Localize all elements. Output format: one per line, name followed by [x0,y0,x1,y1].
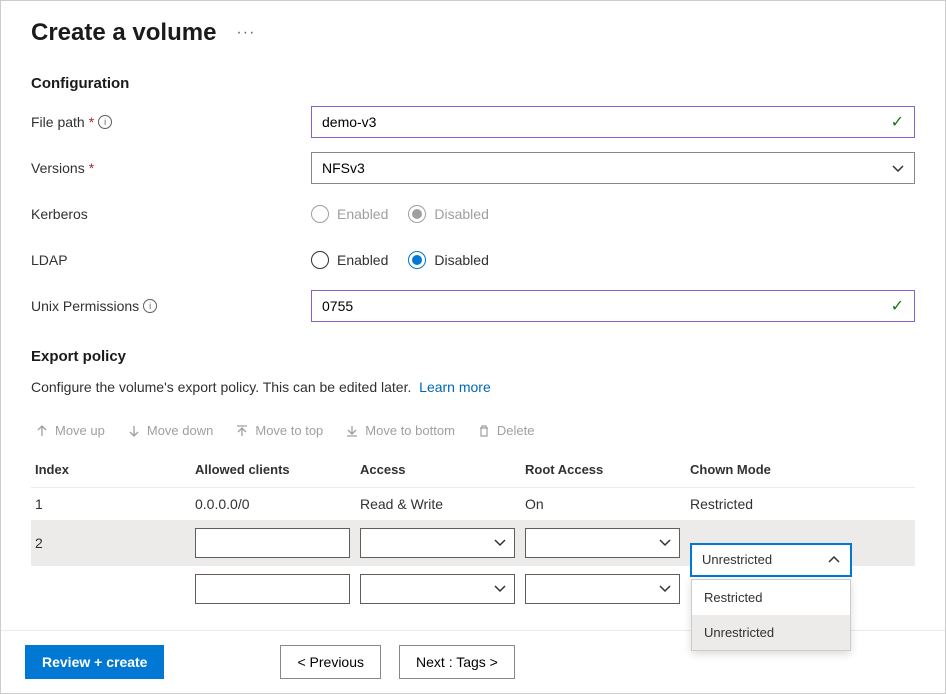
export-policy-heading: Export policy [31,348,915,365]
kerberos-enabled-radio: Enabled [311,205,388,223]
versions-label: Versions [31,160,85,176]
radio-icon [311,205,329,223]
kerberos-disabled-radio: Disabled [408,205,488,223]
chown-dropdown-panel: Restricted Unrestricted [691,579,851,651]
arrow-down-icon [127,424,141,438]
unix-permissions-input[interactable]: 0755 ✓ [311,290,915,322]
root-access-select[interactable] [525,574,680,604]
cell-access: Read & Write [360,496,525,512]
move-bottom-button[interactable]: Move to bottom [345,423,455,438]
chevron-down-icon [659,537,671,549]
arrow-bottom-icon [345,424,359,438]
cell-root: On [525,496,690,512]
required-indicator: * [89,160,94,176]
move-up-button[interactable]: Move up [35,423,105,438]
table-row[interactable]: 1 0.0.0.0/0 Read & Write On Restricted [31,488,915,520]
valid-check-icon: ✓ [891,296,904,316]
chown-mode-select[interactable]: Unrestricted Restricted Unrestricted [690,543,852,577]
move-down-label: Move down [147,423,213,438]
kerberos-label: Kerberos [31,206,88,222]
unix-permissions-value: 0755 [322,298,353,314]
header-chown: Chown Mode [690,462,911,477]
allowed-clients-input[interactable] [195,528,350,558]
delete-label: Delete [497,423,535,438]
move-bottom-label: Move to bottom [365,423,455,438]
cell-chown: Restricted [690,496,911,512]
chevron-down-icon [494,537,506,549]
info-icon[interactable]: i [143,299,157,313]
trash-icon [477,424,491,438]
arrow-up-icon [35,424,49,438]
ldap-enabled-radio[interactable]: Enabled [311,251,388,269]
header-access: Access [360,462,525,477]
file-path-value: demo-v3 [322,114,376,130]
root-access-select[interactable] [525,528,680,558]
move-up-label: Move up [55,423,105,438]
unix-permissions-label: Unix Permissions [31,298,139,314]
more-actions-icon[interactable]: ··· [236,24,255,42]
ldap-disabled-radio[interactable]: Disabled [408,251,488,269]
chevron-down-icon [892,162,904,174]
chevron-down-icon [494,583,506,595]
move-top-label: Move to top [255,423,323,438]
valid-check-icon: ✓ [891,112,904,132]
radio-icon [408,251,426,269]
dropdown-option-unrestricted[interactable]: Unrestricted [692,615,850,650]
enabled-label: Enabled [337,252,388,268]
enabled-label: Enabled [337,206,388,222]
next-button[interactable]: Next : Tags > [399,645,515,679]
header-index: Index [35,462,195,477]
file-path-label: File path [31,114,85,130]
required-indicator: * [89,114,94,130]
chevron-down-icon [659,583,671,595]
move-top-button[interactable]: Move to top [235,423,323,438]
delete-button[interactable]: Delete [477,423,535,438]
chevron-up-icon [828,554,840,566]
ldap-label: LDAP [31,252,68,268]
header-root: Root Access [525,462,690,477]
file-path-input[interactable]: demo-v3 ✓ [311,106,915,138]
cell-index: 1 [35,496,195,512]
cell-clients: 0.0.0.0/0 [195,496,360,512]
dropdown-option-restricted[interactable]: Restricted [692,580,850,615]
allowed-clients-input[interactable] [195,574,350,604]
config-heading: Configuration [31,75,915,92]
header-clients: Allowed clients [195,462,360,477]
page-title: Create a volume [31,19,216,47]
access-select[interactable] [360,528,515,558]
disabled-label: Disabled [434,206,488,222]
previous-button[interactable]: < Previous [280,645,381,679]
export-description: Configure the volume's export policy. Th… [31,379,411,395]
disabled-label: Disabled [434,252,488,268]
chown-selected-value: Unrestricted [702,552,772,567]
access-select[interactable] [360,574,515,604]
table-row[interactable]: 2 Unrestricted Restri [31,520,915,566]
cell-index: 2 [35,535,195,551]
radio-icon [408,205,426,223]
learn-more-link[interactable]: Learn more [419,379,491,395]
radio-icon [311,251,329,269]
versions-value: NFSv3 [322,160,365,176]
info-icon[interactable]: i [98,115,112,129]
review-create-button[interactable]: Review + create [25,645,164,679]
move-down-button[interactable]: Move down [127,423,213,438]
versions-select[interactable]: NFSv3 [311,152,915,184]
arrow-top-icon [235,424,249,438]
